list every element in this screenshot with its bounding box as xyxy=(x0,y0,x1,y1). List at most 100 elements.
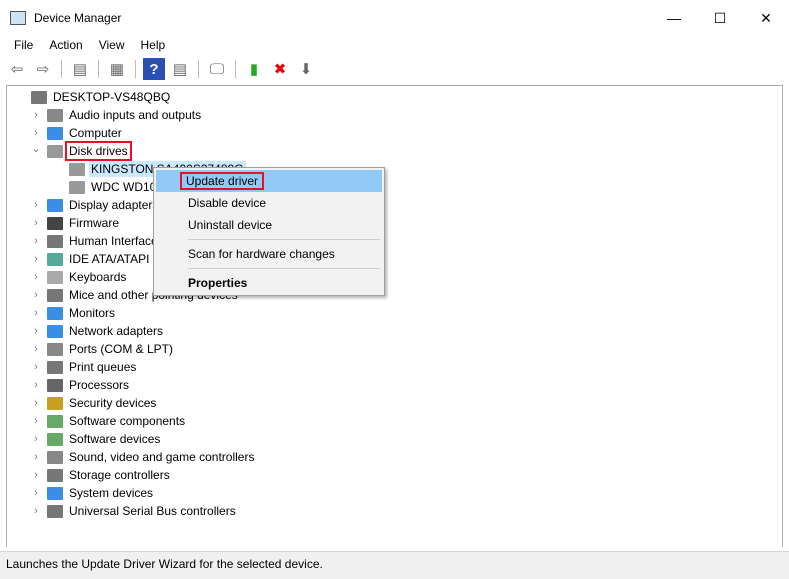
toolbar-separator xyxy=(98,60,99,78)
chevron-right-icon[interactable]: › xyxy=(29,217,43,229)
tree-item[interactable]: › Audio inputs and outputs xyxy=(29,106,203,124)
close-button[interactable]: ✕ xyxy=(743,0,789,36)
tree-item[interactable]: › Firmware xyxy=(29,214,121,232)
menu-item-disable-device[interactable]: Disable device xyxy=(156,192,382,214)
device-category-icon xyxy=(31,90,47,104)
device-category-icon xyxy=(47,288,63,302)
show-hide-console-tree-icon[interactable]: ▤ xyxy=(69,58,91,80)
menu-item-uninstall-device[interactable]: Uninstall device xyxy=(156,214,382,236)
device-category-icon xyxy=(47,342,63,356)
device-category-icon xyxy=(47,378,63,392)
device-category-icon xyxy=(47,252,63,266)
toolbar-separator xyxy=(235,60,236,78)
chevron-down-icon[interactable]: ⌄ xyxy=(29,142,43,155)
chevron-right-icon[interactable]: › xyxy=(29,199,43,211)
chevron-right-icon[interactable]: › xyxy=(29,379,43,391)
chevron-right-icon[interactable]: › xyxy=(29,109,43,121)
chevron-right-icon[interactable]: › xyxy=(29,127,43,139)
tree-item-label: Monitors xyxy=(69,306,116,320)
chevron-right-icon[interactable]: › xyxy=(29,415,43,427)
title-bar: Device Manager — ☐ ✕ xyxy=(0,0,789,36)
chevron-right-icon[interactable]: › xyxy=(29,469,43,481)
device-category-icon xyxy=(47,450,63,464)
device-category-icon xyxy=(47,324,63,338)
chevron-right-icon[interactable]: › xyxy=(29,361,43,373)
tree-item-label: Display adapters xyxy=(69,198,159,212)
properties-icon[interactable]: ▦ xyxy=(106,58,128,80)
tree-item[interactable]: › Network adapters xyxy=(29,322,165,340)
tree-item-label: Security devices xyxy=(69,396,157,410)
tree-item[interactable]: › Security devices xyxy=(29,394,158,412)
tree-item-label: Network adapters xyxy=(69,324,164,338)
chevron-right-icon[interactable]: › xyxy=(29,451,43,463)
chevron-right-icon[interactable]: › xyxy=(29,343,43,355)
tree-item[interactable]: › System devices xyxy=(29,484,155,502)
menu-item-scan-hardware[interactable]: Scan for hardware changes xyxy=(156,243,382,265)
tree-item[interactable]: › Sound, video and game controllers xyxy=(29,448,256,466)
maximize-button[interactable]: ☐ xyxy=(697,0,743,36)
tree-item[interactable]: › Storage controllers xyxy=(29,466,172,484)
scan-hardware-icon[interactable]: 🖵 xyxy=(206,58,228,80)
toolbar-separator xyxy=(198,60,199,78)
action-pane-icon[interactable]: ▤ xyxy=(169,58,191,80)
help-icon[interactable]: ? xyxy=(143,58,165,80)
update-driver-icon[interactable]: ▮ xyxy=(243,58,265,80)
device-category-icon xyxy=(47,414,63,428)
uninstall-icon[interactable]: ✖ xyxy=(269,58,291,80)
tree-item[interactable]: › Computer xyxy=(29,124,124,142)
tree-item[interactable]: › Keyboards xyxy=(29,268,128,286)
tree-item[interactable]: DESKTOP-VS48QBQ xyxy=(13,88,172,106)
tree-item[interactable]: › Software components xyxy=(29,412,187,430)
menu-file[interactable]: File xyxy=(6,36,41,56)
menu-action[interactable]: Action xyxy=(41,36,90,56)
chevron-right-icon[interactable]: › xyxy=(29,433,43,445)
menu-separator xyxy=(188,268,380,269)
toolbar: ⇦ ⇨ ▤ ▦? ▤ 🖵 ▮ ✖ ⬇ xyxy=(0,57,789,81)
tree-item-label: Keyboards xyxy=(69,270,127,284)
device-category-icon xyxy=(47,198,63,212)
tree-item-label: Software components xyxy=(69,414,186,428)
device-category-icon xyxy=(47,468,63,482)
chevron-right-icon[interactable]: › xyxy=(29,253,43,265)
chevron-right-icon[interactable]: › xyxy=(29,397,43,409)
device-tree[interactable]: DESKTOP-VS48QBQ › Audio inputs and outputs… xyxy=(6,85,783,547)
chevron-right-icon[interactable]: › xyxy=(29,289,43,301)
forward-arrow-icon[interactable]: ⇨ xyxy=(32,58,54,80)
chevron-right-icon[interactable]: › xyxy=(29,307,43,319)
tree-item-label: Processors xyxy=(69,378,130,392)
device-category-icon xyxy=(69,162,85,176)
tree-item[interactable]: › Universal Serial Bus controllers xyxy=(29,502,238,520)
context-menu: Update driver Disable device Uninstall d… xyxy=(153,167,385,296)
tree-item[interactable]: › Ports (COM & LPT) xyxy=(29,340,175,358)
menu-item-properties[interactable]: Properties xyxy=(156,272,382,294)
tree-item-label: Disk drives xyxy=(65,141,132,161)
status-bar: Launches the Update Driver Wizard for th… xyxy=(0,551,789,579)
device-category-icon xyxy=(47,144,63,158)
tree-item[interactable]: WDC WD10E xyxy=(65,178,166,196)
tree-item[interactable]: › Monitors xyxy=(29,304,117,322)
tree-item-label: Storage controllers xyxy=(69,468,170,482)
update-driver-label: Update driver xyxy=(179,172,265,190)
chevron-right-icon[interactable]: › xyxy=(29,487,43,499)
tree-item[interactable]: ⌄ Disk drives xyxy=(29,141,132,161)
menu-item-update-driver[interactable]: Update driver xyxy=(156,170,382,192)
menu-view[interactable]: View xyxy=(91,36,133,56)
tree-item[interactable]: › Display adapters xyxy=(29,196,160,214)
tree-item[interactable]: › Print queues xyxy=(29,358,138,376)
device-category-icon xyxy=(47,126,63,140)
device-category-icon xyxy=(47,396,63,410)
minimize-button[interactable]: — xyxy=(651,0,697,36)
back-arrow-icon[interactable]: ⇦ xyxy=(6,58,28,80)
device-category-icon xyxy=(47,486,63,500)
tree-item-label: Sound, video and game controllers xyxy=(69,450,255,464)
disable-device-icon[interactable]: ⬇ xyxy=(295,58,317,80)
tree-item[interactable]: › Software devices xyxy=(29,430,162,448)
chevron-right-icon[interactable]: › xyxy=(29,271,43,283)
tree-item[interactable]: › Processors xyxy=(29,376,131,394)
menu-separator xyxy=(188,239,380,240)
chevron-right-icon[interactable]: › xyxy=(29,235,43,247)
tree-item-label: Computer xyxy=(69,126,122,140)
chevron-right-icon[interactable]: › xyxy=(29,325,43,337)
menu-help[interactable]: Help xyxy=(133,36,174,56)
chevron-right-icon[interactable]: › xyxy=(29,505,43,517)
